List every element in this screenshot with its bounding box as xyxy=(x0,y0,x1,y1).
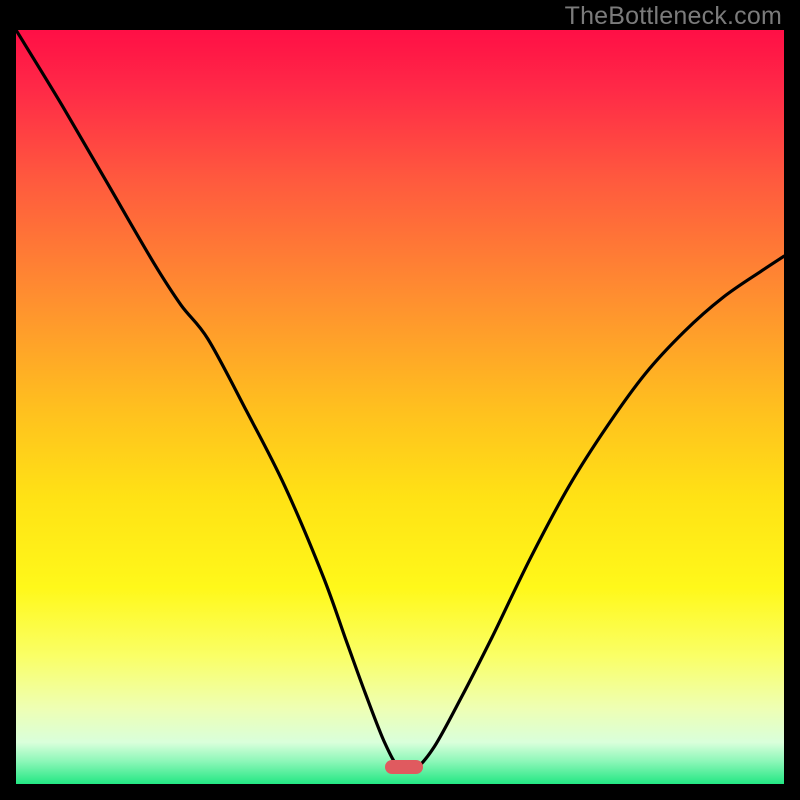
chart-frame xyxy=(16,30,784,784)
gradient-background xyxy=(16,30,784,784)
optimum-marker xyxy=(385,760,423,774)
watermark-text: TheBottleneck.com xyxy=(565,2,782,31)
chart-svg xyxy=(16,30,784,784)
